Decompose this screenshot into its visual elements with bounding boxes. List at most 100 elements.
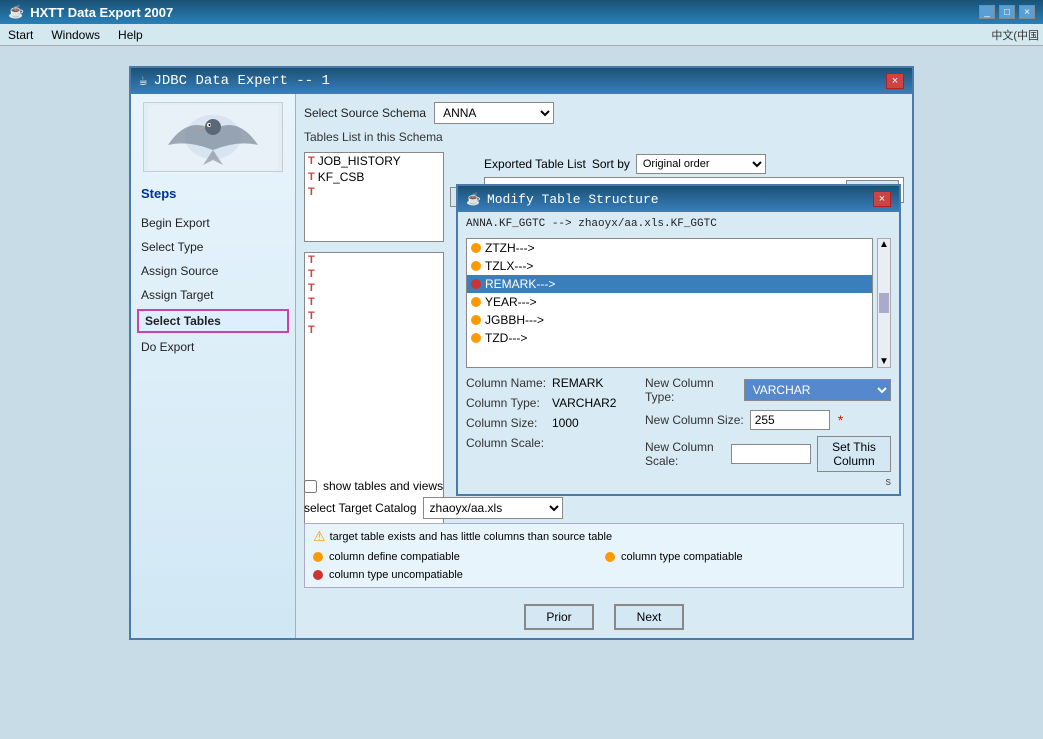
modify-dialog: ☕ Modify Table Structure × ANNA.KF_GGTC … bbox=[456, 184, 901, 496]
legend-label-1: column define compatiable bbox=[329, 551, 460, 563]
source-schema-select[interactable]: ANNA bbox=[434, 102, 554, 124]
col-item-tzlx[interactable]: TZLX---> bbox=[467, 257, 872, 275]
legend-area: ⚠ target table exists and has little col… bbox=[304, 523, 904, 588]
step-begin-export[interactable]: Begin Export bbox=[131, 211, 295, 235]
set-column-btn[interactable]: Set This Column bbox=[817, 436, 891, 472]
main-dialog-title: JDBC Data Expert -- 1 bbox=[153, 73, 329, 89]
show-tables-checkbox[interactable] bbox=[304, 480, 317, 493]
menu-windows[interactable]: Windows bbox=[47, 27, 104, 43]
app-title-bar: ☕ HXTT Data Export 2007 _ □ × bbox=[0, 0, 1043, 24]
warn-icon: ⚠ bbox=[313, 528, 326, 545]
scroll-up[interactable]: ▲ bbox=[879, 239, 889, 250]
col-dot-orange-5 bbox=[471, 333, 481, 343]
col-type-value: VARCHAR2 bbox=[552, 396, 616, 410]
new-col-size-input[interactable] bbox=[750, 410, 830, 430]
target-warning: ⚠ target table exists and has little col… bbox=[313, 528, 895, 545]
prop-col-type-row: Column Type: VARCHAR2 bbox=[466, 396, 635, 410]
step-select-tables[interactable]: Select Tables bbox=[137, 309, 289, 333]
legend-row-1: column define compatiable bbox=[313, 551, 603, 563]
exported-label: Exported Table List bbox=[484, 157, 586, 171]
maximize-btn[interactable]: □ bbox=[999, 5, 1015, 19]
tbl-item-1[interactable]: T bbox=[305, 253, 443, 267]
source-schema-label: Select Source Schema bbox=[304, 106, 426, 120]
col-item-year[interactable]: YEAR---> bbox=[467, 293, 872, 311]
col-item-tzd[interactable]: TZD---> bbox=[467, 329, 872, 347]
target-catalog-label: select Target Catalog bbox=[304, 501, 417, 515]
col-name-label: Column Name: bbox=[466, 376, 546, 390]
menu-start[interactable]: Start bbox=[4, 27, 37, 43]
table-icon-2: T bbox=[308, 171, 315, 183]
required-asterisk: * bbox=[838, 412, 843, 428]
step-assign-source[interactable]: Assign Source bbox=[131, 259, 295, 283]
tbl-item-5[interactable]: T bbox=[305, 309, 443, 323]
target-catalog-select[interactable]: zhaoyx/aa.xls bbox=[423, 497, 563, 519]
source-schema-row: Select Source Schema ANNA bbox=[304, 102, 904, 124]
leg-dot-orange-1 bbox=[313, 552, 323, 562]
new-col-scale-label: New Column Scale: bbox=[645, 440, 725, 468]
col-scale-label: Column Scale: bbox=[466, 436, 546, 450]
scroll-thumb bbox=[879, 293, 889, 313]
col-item-jgbbh[interactable]: JGBBH---> bbox=[467, 311, 872, 329]
new-col-scale-input[interactable] bbox=[731, 444, 811, 464]
col-size-value: 1000 bbox=[552, 416, 579, 430]
new-col-size-label: New Column Size: bbox=[645, 413, 744, 427]
modify-dialog-body: ANNA.KF_GGTC --> zhaoyx/aa.xls.KF_GGTC Z… bbox=[458, 212, 899, 494]
legend-row-2: column type compatiable bbox=[605, 551, 895, 563]
sort-select[interactable]: Original order bbox=[636, 154, 766, 174]
app-title: HXTT Data Export 2007 bbox=[30, 5, 173, 20]
col-props-grid: Column Name: REMARK Column Type: VARCHAR… bbox=[466, 376, 891, 472]
new-col-type-select[interactable]: VARCHAR bbox=[744, 379, 891, 401]
sort-label: Sort by bbox=[592, 157, 630, 171]
step-do-export[interactable]: Do Export bbox=[131, 335, 295, 359]
col-dot-red-1 bbox=[471, 279, 481, 289]
col-dot-orange-1 bbox=[471, 243, 481, 253]
modify-dialog-close-btn[interactable]: × bbox=[873, 191, 891, 207]
col-item-remark[interactable]: REMARK---> bbox=[467, 275, 872, 293]
col-name-value: REMARK bbox=[552, 376, 603, 390]
tbl-item-6[interactable]: T bbox=[305, 323, 443, 337]
close-app-btn[interactable]: × bbox=[1019, 5, 1035, 19]
new-col-scale-row: New Column Scale: Set This Column bbox=[645, 436, 891, 472]
table-item-kf-ggtc[interactable]: T bbox=[305, 185, 443, 199]
tbl-item-2[interactable]: T bbox=[305, 267, 443, 281]
modify-path: ANNA.KF_GGTC --> zhaoyx/aa.xls.KF_GGTC bbox=[466, 218, 891, 230]
tbl-item-4[interactable]: T bbox=[305, 295, 443, 309]
col-item-ztzh[interactable]: ZTZH---> bbox=[467, 239, 872, 257]
step-select-type[interactable]: Select Type bbox=[131, 235, 295, 259]
warning-text: target table exists and has little colum… bbox=[330, 531, 613, 543]
next-btn[interactable]: Next bbox=[614, 604, 684, 630]
table-item-kf-csb[interactable]: T KF_CSB bbox=[305, 169, 443, 185]
exported-section: Exported Table List Sort by Original ord… bbox=[484, 154, 904, 174]
col-dot-orange-4 bbox=[471, 315, 481, 325]
right-panel: Select Source Schema ANNA Tables List in… bbox=[296, 94, 912, 638]
prior-btn[interactable]: Prior bbox=[524, 604, 594, 630]
schema-tables-list: T JOB_HISTORY T KF_CSB T bbox=[304, 152, 444, 242]
col-scrollbar[interactable]: ▲ ▼ bbox=[877, 238, 891, 368]
steps-panel: Steps Begin Export Select Type Assign So… bbox=[131, 94, 296, 638]
target-catalog-row: select Target Catalog zhaoyx/aa.xls bbox=[304, 497, 904, 519]
new-col-size-row: New Column Size: * bbox=[645, 410, 891, 430]
main-content: ☕ JDBC Data Expert -- 1 × bbox=[0, 46, 1043, 739]
step-assign-target[interactable]: Assign Target bbox=[131, 283, 295, 307]
main-dialog-title-bar: ☕ JDBC Data Expert -- 1 × bbox=[131, 68, 912, 94]
leg-dot-red-1 bbox=[313, 570, 323, 580]
col-dot-orange-2 bbox=[471, 261, 481, 271]
right-label: s bbox=[466, 476, 891, 488]
menu-help[interactable]: Help bbox=[114, 27, 147, 43]
scroll-down[interactable]: ▼ bbox=[879, 356, 889, 367]
modify-dialog-title: Modify Table Structure bbox=[487, 192, 659, 207]
tbl-item-3[interactable]: T bbox=[305, 281, 443, 295]
minimize-btn[interactable]: _ bbox=[979, 5, 995, 19]
tables-list-header: Tables List in this Schema bbox=[304, 130, 904, 144]
table-icon-3: T bbox=[308, 186, 315, 198]
table-icon-1: T bbox=[308, 155, 315, 167]
table-item-job-history[interactable]: T JOB_HISTORY bbox=[305, 153, 443, 169]
main-dialog-close-btn[interactable]: × bbox=[886, 73, 904, 89]
new-col-type-label: New Column Type: bbox=[645, 376, 738, 404]
leg-dot-orange-2 bbox=[605, 552, 615, 562]
prop-col-name-row: Column Name: REMARK bbox=[466, 376, 635, 390]
lang-btn[interactable]: 中文(中国 bbox=[991, 27, 1039, 43]
steps-title: Steps bbox=[131, 182, 295, 205]
modify-dialog-icon: ☕ bbox=[466, 192, 481, 206]
steps-logo bbox=[143, 102, 283, 172]
